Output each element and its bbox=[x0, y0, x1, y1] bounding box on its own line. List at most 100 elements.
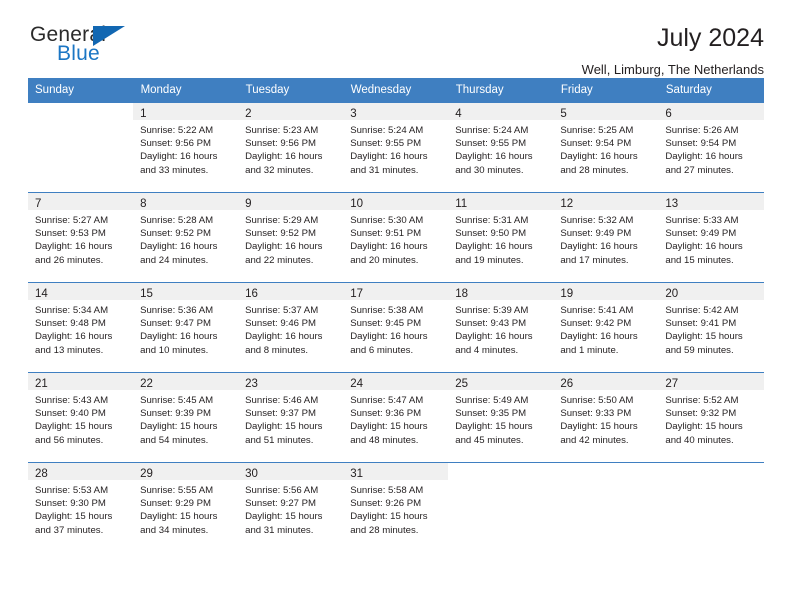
day-cell-19: 19 Sunrise: 5:41 AM Sunset: 9:42 PM Dayligh… bbox=[553, 283, 659, 372]
sunrise-text: Sunrise: 5:53 AM bbox=[35, 485, 109, 496]
daylight-text-line2: and 15 minutes. bbox=[665, 254, 734, 266]
calendar-day-cell[interactable]: 17 Sunrise: 5:38 AM Sunset: 9:45 PM Dayligh… bbox=[343, 282, 449, 373]
daylight-text-line1: Daylight: 16 hours bbox=[560, 331, 638, 343]
day-cell-22: 22 Sunrise: 5:45 AM Sunset: 9:39 PM Dayligh… bbox=[133, 373, 239, 462]
day-detail-lines: Sunrise: 5:37 AM Sunset: 9:46 PM Daylight:… bbox=[238, 300, 343, 357]
sunset-text: Sunset: 9:30 PM bbox=[35, 498, 106, 510]
day-number-band: 30 bbox=[238, 463, 344, 480]
calendar-day-cell[interactable]: 14 Sunrise: 5:34 AM Sunset: 9:48 PM Dayligh… bbox=[28, 282, 134, 373]
daylight-text-line1: Daylight: 15 hours bbox=[245, 511, 323, 523]
calendar-day-cell[interactable]: 16 Sunrise: 5:37 AM Sunset: 9:46 PM Dayligh… bbox=[238, 282, 344, 373]
calendar-day-cell[interactable]: 19 Sunrise: 5:41 AM Sunset: 9:42 PM Dayligh… bbox=[553, 282, 659, 373]
sunrise-text: Sunrise: 5:37 AM bbox=[245, 305, 319, 316]
day-detail-lines bbox=[448, 480, 553, 484]
day-number-band: 16 bbox=[238, 283, 344, 300]
sunrise-text: Sunrise: 5:34 AM bbox=[35, 305, 109, 316]
daylight-text-line1: Daylight: 15 hours bbox=[140, 511, 218, 523]
calendar-day-cell[interactable]: 11 Sunrise: 5:31 AM Sunset: 9:50 PM Dayligh… bbox=[448, 192, 554, 283]
day-number-band: 15 bbox=[133, 283, 239, 300]
day-number-band: 4 bbox=[448, 103, 554, 120]
daylight-text-line2: and 56 minutes. bbox=[35, 434, 104, 446]
calendar-day-cell[interactable]: 22 Sunrise: 5:45 AM Sunset: 9:39 PM Dayligh… bbox=[133, 372, 239, 463]
calendar-day-cell[interactable]: 10 Sunrise: 5:30 AM Sunset: 9:51 PM Dayligh… bbox=[343, 192, 449, 283]
calendar-day-cell[interactable]: 15 Sunrise: 5:36 AM Sunset: 9:47 PM Dayligh… bbox=[133, 282, 239, 373]
day-number-band: 6 bbox=[658, 103, 764, 120]
day-number: 28 bbox=[35, 468, 48, 480]
daylight-text-line2: and 6 minutes. bbox=[350, 344, 414, 356]
daylight-text-line2: and 4 minutes. bbox=[455, 344, 519, 356]
sunrise-text: Sunrise: 5:50 AM bbox=[560, 395, 634, 406]
sunset-text: Sunset: 9:47 PM bbox=[140, 318, 211, 330]
calendar-day-cell[interactable]: 20 Sunrise: 5:42 AM Sunset: 9:41 PM Dayligh… bbox=[658, 282, 764, 373]
calendar-day-cell[interactable]: 13 Sunrise: 5:33 AM Sunset: 9:49 PM Dayligh… bbox=[658, 192, 764, 283]
sunset-text: Sunset: 9:48 PM bbox=[35, 318, 106, 330]
calendar-day-cell[interactable]: 7 Sunrise: 5:27 AM Sunset: 9:53 PM Daylight… bbox=[28, 192, 134, 283]
day-number-band: 23 bbox=[238, 373, 344, 390]
calendar-day-cell[interactable]: 12 Sunrise: 5:32 AM Sunset: 9:49 PM Dayligh… bbox=[553, 192, 659, 283]
calendar-day-cell[interactable]: 29 Sunrise: 5:55 AM Sunset: 9:29 PM Dayligh… bbox=[133, 462, 239, 552]
sunset-text: Sunset: 9:29 PM bbox=[140, 498, 211, 510]
day-number-band: 7 bbox=[28, 193, 134, 210]
calendar-day-cell[interactable]: 8 Sunrise: 5:28 AM Sunset: 9:52 PM Daylight… bbox=[133, 192, 239, 283]
daylight-text-line2: and 54 minutes. bbox=[140, 434, 209, 446]
calendar-day-cell[interactable]: 26 Sunrise: 5:50 AM Sunset: 9:33 PM Dayligh… bbox=[553, 372, 659, 463]
calendar-day-cell[interactable]: 21 Sunrise: 5:43 AM Sunset: 9:40 PM Dayligh… bbox=[28, 372, 134, 463]
daylight-text-line1: Daylight: 16 hours bbox=[140, 241, 218, 253]
day-cell-1: 1 Sunrise: 5:22 AM Sunset: 9:56 PM Daylight… bbox=[133, 103, 239, 192]
day-detail-lines: Sunrise: 5:42 AM Sunset: 9:41 PM Daylight:… bbox=[658, 300, 763, 357]
day-detail-lines bbox=[658, 480, 763, 484]
calendar-day-cell[interactable]: 23 Sunrise: 5:46 AM Sunset: 9:37 PM Dayligh… bbox=[238, 372, 344, 463]
day-cell-5: 5 Sunrise: 5:25 AM Sunset: 9:54 PM Daylight… bbox=[553, 103, 659, 192]
day-number-band: 14 bbox=[28, 283, 134, 300]
calendar-day-cell[interactable]: 31 Sunrise: 5:58 AM Sunset: 9:26 PM Dayligh… bbox=[343, 462, 449, 552]
day-number: 18 bbox=[455, 288, 469, 300]
calendar-week-row: 21 Sunrise: 5:43 AM Sunset: 9:40 PM Dayligh… bbox=[28, 372, 764, 463]
calendar-day-cell[interactable]: 6 Sunrise: 5:26 AM Sunset: 9:54 PM Daylight… bbox=[658, 102, 764, 193]
calendar-day-cell[interactable]: 27 Sunrise: 5:52 AM Sunset: 9:32 PM Dayligh… bbox=[658, 372, 764, 463]
day-number-band: 22 bbox=[133, 373, 239, 390]
calendar-day-cell[interactable]: 9 Sunrise: 5:29 AM Sunset: 9:52 PM Daylight… bbox=[238, 192, 344, 283]
calendar-day-cell[interactable]: 4 Sunrise: 5:24 AM Sunset: 9:55 PM Daylight… bbox=[448, 102, 554, 193]
calendar-day-cell[interactable]: 30 Sunrise: 5:56 AM Sunset: 9:27 PM Dayligh… bbox=[238, 462, 344, 552]
day-number: 23 bbox=[245, 378, 258, 390]
weekday-header-monday: Monday bbox=[133, 78, 239, 103]
calendar-day-cell[interactable]: 24 Sunrise: 5:47 AM Sunset: 9:36 PM Dayligh… bbox=[343, 372, 449, 463]
daylight-text-line2: and 59 minutes. bbox=[665, 344, 734, 356]
daylight-text-line1: Daylight: 16 hours bbox=[455, 331, 533, 343]
calendar-day-cell[interactable]: 3 Sunrise: 5:24 AM Sunset: 9:55 PM Daylight… bbox=[343, 102, 449, 193]
calendar-day-cell[interactable]: 2 Sunrise: 5:23 AM Sunset: 9:56 PM Daylight… bbox=[238, 102, 344, 193]
daylight-text-line1: Daylight: 16 hours bbox=[560, 151, 638, 163]
daylight-text-line2: and 42 minutes. bbox=[560, 434, 629, 446]
day-cell-empty bbox=[448, 463, 553, 552]
sunset-text: Sunset: 9:26 PM bbox=[350, 498, 422, 510]
calendar-day-cell[interactable]: 18 Sunrise: 5:39 AM Sunset: 9:43 PM Dayligh… bbox=[448, 282, 554, 373]
day-number: 16 bbox=[245, 288, 258, 300]
day-number-band: 29 bbox=[133, 463, 239, 480]
day-number: 14 bbox=[35, 288, 48, 300]
day-number-band: 21 bbox=[28, 373, 134, 390]
sunset-text: Sunset: 9:56 PM bbox=[140, 138, 211, 150]
logo-text-blue: Blue bbox=[57, 42, 100, 65]
day-number-band: 27 bbox=[658, 373, 764, 390]
day-cell-20: 20 Sunrise: 5:42 AM Sunset: 9:41 PM Dayligh… bbox=[658, 283, 764, 372]
calendar-day-cell[interactable]: 1 Sunrise: 5:22 AM Sunset: 9:56 PM Daylight… bbox=[133, 102, 239, 193]
day-number: 4 bbox=[455, 108, 462, 120]
calendar-day-cell bbox=[28, 102, 134, 193]
day-detail-lines: Sunrise: 5:46 AM Sunset: 9:37 PM Daylight:… bbox=[238, 390, 343, 447]
day-detail-lines: Sunrise: 5:22 AM Sunset: 9:56 PM Daylight:… bbox=[133, 120, 238, 177]
day-number: 3 bbox=[350, 108, 357, 120]
sunrise-text: Sunrise: 5:32 AM bbox=[560, 215, 634, 226]
calendar-day-cell[interactable]: 28 Sunrise: 5:53 AM Sunset: 9:30 PM Dayligh… bbox=[28, 462, 134, 552]
calendar-day-cell[interactable]: 25 Sunrise: 5:49 AM Sunset: 9:35 PM Dayligh… bbox=[448, 372, 554, 463]
daylight-text-line2: and 10 minutes. bbox=[140, 344, 209, 356]
day-cell-31: 31 Sunrise: 5:58 AM Sunset: 9:26 PM Dayligh… bbox=[343, 463, 449, 552]
day-number-band: 2 bbox=[238, 103, 344, 120]
day-number: 8 bbox=[140, 198, 147, 210]
day-number: 26 bbox=[560, 378, 574, 390]
daylight-text-line1: Daylight: 16 hours bbox=[350, 151, 428, 163]
daylight-text-line2: and 8 minutes. bbox=[245, 344, 309, 356]
calendar-day-cell[interactable]: 5 Sunrise: 5:25 AM Sunset: 9:54 PM Daylight… bbox=[553, 102, 659, 193]
daylight-text-line2: and 24 minutes. bbox=[140, 254, 209, 266]
day-number: 29 bbox=[140, 468, 153, 480]
daylight-text-line2: and 28 minutes. bbox=[350, 524, 419, 536]
